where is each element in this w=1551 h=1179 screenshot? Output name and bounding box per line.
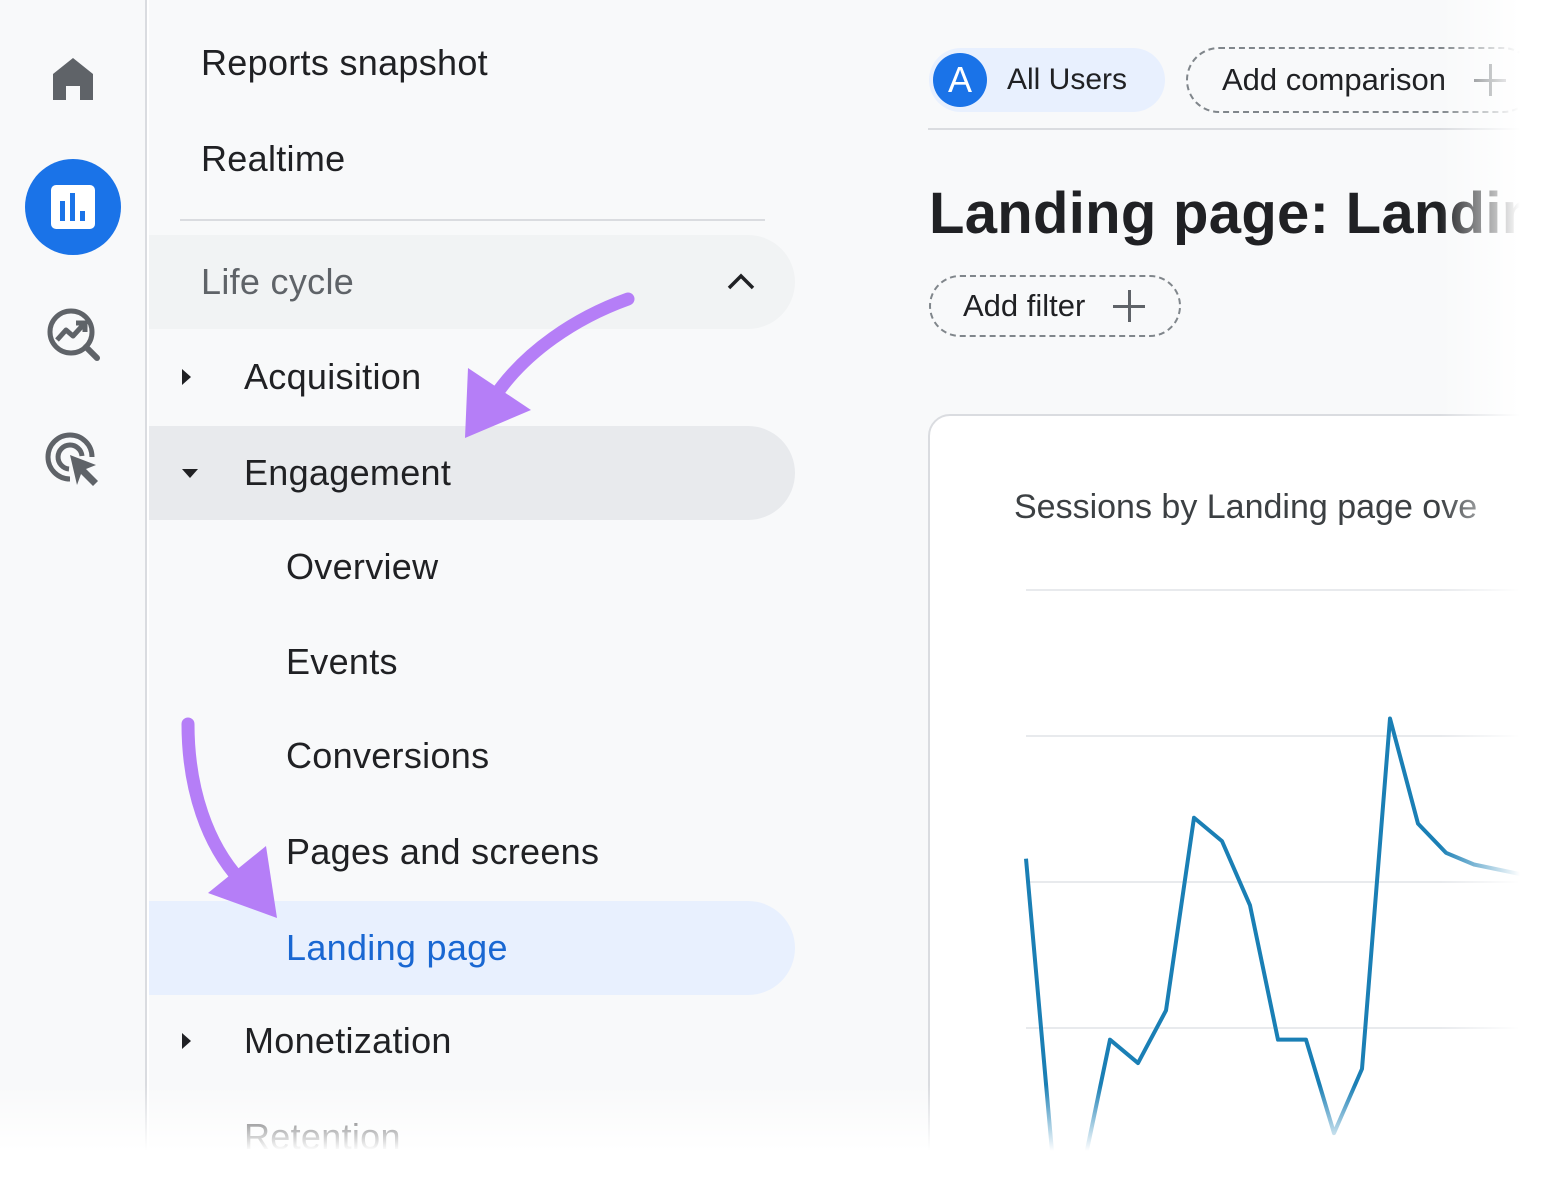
rail-advertising-button[interactable] — [25, 412, 121, 508]
nav-engagement[interactable]: Engagement — [149, 426, 795, 520]
nav-realtime-label: Realtime — [201, 138, 346, 179]
nav-realtime[interactable]: Realtime — [149, 112, 795, 206]
nav-monetization-label: Monetization — [244, 1020, 452, 1061]
plus-icon — [1113, 290, 1145, 322]
reports-bar-chart-icon — [51, 185, 95, 229]
add-comparison-label: Add comparison — [1222, 62, 1447, 97]
rail-reports-button[interactable] — [25, 159, 121, 255]
nav-overview[interactable]: Overview — [149, 520, 795, 614]
nav-landing-page[interactable]: Landing page — [149, 901, 795, 995]
caret-right-icon — [182, 369, 191, 385]
avatar: A — [933, 53, 987, 107]
sessions-chart-card: Sessions by Landing page ove — [928, 414, 1551, 1179]
all-users-label: All Users — [1007, 63, 1128, 96]
nav-group-lifecycle[interactable]: Life cycle — [149, 235, 795, 329]
add-filter-label: Add filter — [963, 288, 1086, 323]
nav-reports-snapshot[interactable]: Reports snapshot — [149, 16, 795, 110]
icon-rail — [0, 0, 147, 1150]
nav-retention[interactable]: Retention — [149, 1090, 795, 1179]
add-filter-button[interactable]: Add filter — [929, 275, 1181, 337]
nav-overview-label: Overview — [286, 546, 439, 587]
sessions-line-chart — [1024, 589, 1551, 1176]
nav-engagement-label: Engagement — [244, 452, 452, 493]
advertising-cursor-icon — [45, 432, 98, 486]
home-icon — [53, 58, 93, 100]
nav-conversions-label: Conversions — [286, 735, 490, 776]
add-comparison-button[interactable]: Add comparison — [1186, 47, 1536, 113]
caret-down-icon — [182, 468, 198, 478]
nav-acquisition-label: Acquisition — [244, 356, 422, 397]
rail-explore-button[interactable] — [25, 286, 121, 382]
nav-conversions[interactable]: Conversions — [149, 709, 795, 803]
nav-events-label: Events — [286, 641, 398, 682]
sidebar-divider — [180, 219, 765, 221]
nav-pages-and-screens-label: Pages and screens — [286, 831, 600, 872]
plus-icon — [1474, 64, 1506, 96]
explore-insights-icon — [47, 308, 100, 361]
all-users-chip[interactable]: A All Users — [929, 48, 1165, 112]
caret-right-icon — [182, 1033, 191, 1049]
nav-lifecycle-label: Life cycle — [201, 261, 355, 302]
reports-sidebar: Reports snapshot Realtime Life cycle Acq… — [149, 0, 849, 1157]
nav-pages-and-screens[interactable]: Pages and screens — [149, 805, 795, 899]
nav-monetization[interactable]: Monetization — [149, 994, 795, 1088]
nav-retention-label: Retention — [244, 1116, 401, 1157]
chevron-up-icon — [727, 273, 755, 290]
series-line-0 — [1024, 716, 1531, 1176]
nav-events[interactable]: Events — [149, 615, 795, 709]
page-title: Landing page: Landing — [929, 181, 1551, 246]
rail-home-button[interactable] — [25, 30, 121, 126]
report-main: A All Users Add comparison Landing page:… — [849, 0, 1551, 1179]
nav-reports-snapshot-label: Reports snapshot — [201, 42, 488, 83]
toolbar-divider — [928, 128, 1551, 130]
nav-landing-page-label: Landing page — [286, 927, 508, 968]
nav-acquisition[interactable]: Acquisition — [149, 330, 795, 424]
